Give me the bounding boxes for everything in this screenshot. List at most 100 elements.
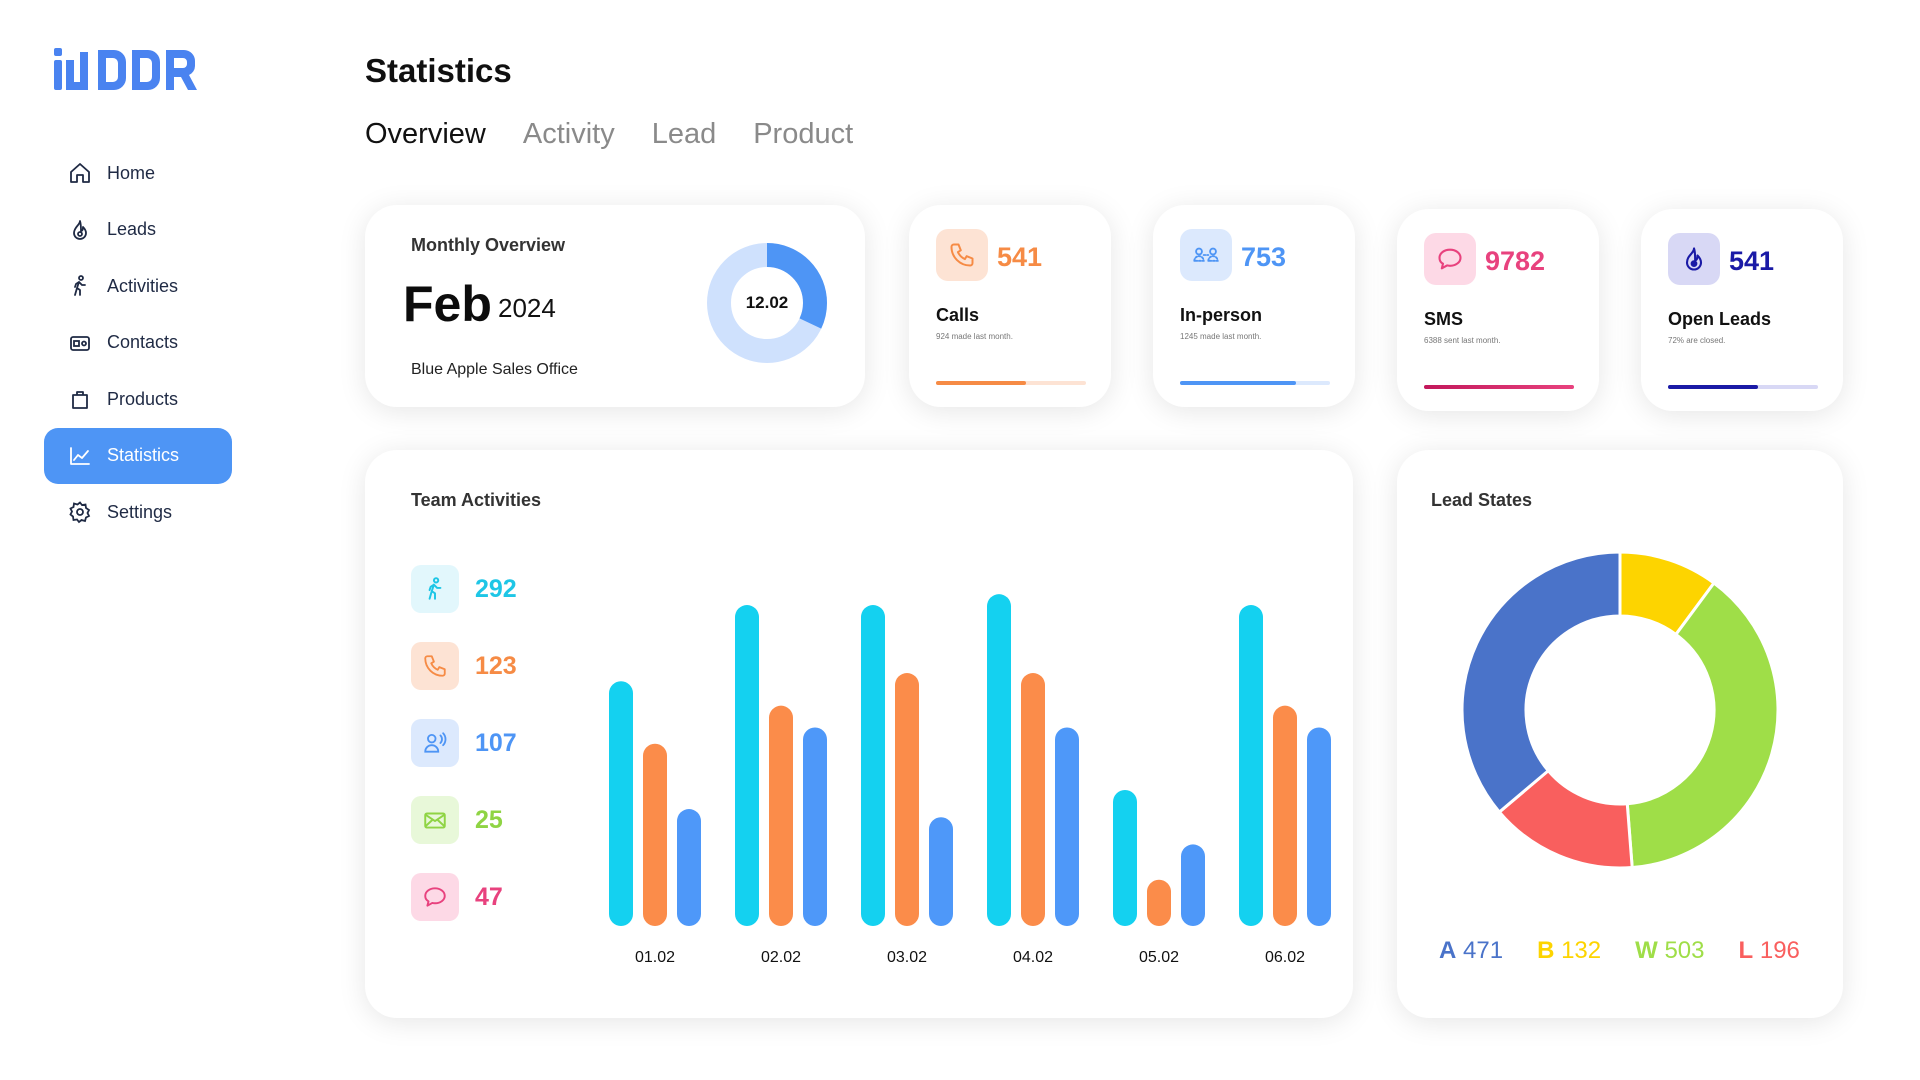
bar-04.02-series-1: [1021, 673, 1045, 926]
stat-progress-track: [1180, 381, 1330, 385]
flame-icon: [73, 219, 87, 240]
stat-progress-fill: [936, 381, 1026, 385]
tab-activity[interactable]: Activity: [523, 118, 615, 151]
legend-value: 471: [1463, 937, 1504, 964]
stat-progress-track: [1424, 385, 1574, 389]
stat-value: 9782: [1485, 246, 1546, 276]
legend-item-b: B 132: [1537, 937, 1601, 965]
sidebar-item-settings[interactable]: Settings: [44, 484, 232, 540]
legend-key: B: [1537, 937, 1555, 964]
stat-label: Open Leads: [1668, 309, 1772, 329]
legend-item-a: A 471: [1439, 937, 1503, 965]
x-tick-label: 01.02: [635, 949, 675, 966]
team-activities-card[interactable]: Team Activities 292 123 107 25 47 01.02 0…: [365, 450, 1353, 1018]
stat-progress-track: [936, 381, 1086, 385]
sidebar-item-label: Leads: [107, 219, 157, 239]
sidebar-item-leads[interactable]: Leads: [44, 202, 232, 258]
bar-05.02-series-1: [1147, 879, 1171, 926]
bar-06.02-series-0: [1239, 605, 1263, 926]
stat-value: 541: [997, 242, 1043, 272]
sidebar-item-home[interactable]: Home: [44, 145, 232, 201]
bar-04.02-series-0: [987, 594, 1011, 926]
monthly-overview-card[interactable]: Monthly Overview Feb 2024 Blue Apple Sal…: [365, 205, 865, 407]
sidebar-item-label: Home: [107, 162, 156, 183]
stat-sub: 72% are closed.: [1668, 336, 1726, 345]
x-tick-label: 06.02: [1265, 949, 1305, 966]
bar-06.02-series-1: [1273, 705, 1297, 926]
bar-02.02-series-1: [769, 705, 793, 926]
lead-states-legend: A 471 B 132 W 503 L 196: [1439, 937, 1800, 965]
tab-lead[interactable]: Lead: [652, 118, 717, 151]
bar-03.02-series-1: [895, 673, 919, 926]
stat-card-calls[interactable]: 541 Calls 924 made last month.: [909, 205, 1111, 407]
legend-item-l: L 196: [1739, 937, 1800, 965]
stat-label: In-person: [1180, 305, 1263, 325]
stat-card-in-person[interactable]: 753 In-person 1245 made last month.: [1153, 205, 1355, 407]
bar-04.02-series-2: [1055, 727, 1079, 926]
bag-icon: [72, 391, 88, 409]
gear-icon: [69, 501, 91, 524]
legend-key: L: [1738, 937, 1754, 964]
stat-icon-box: [1424, 233, 1476, 285]
sidebar-item-activities[interactable]: Activities: [44, 258, 232, 314]
sidebar-item-label: Statistics: [107, 445, 180, 465]
home-icon: [70, 163, 90, 183]
stat-icon-box: [936, 229, 988, 281]
bar-05.02-series-2: [1181, 844, 1205, 926]
walking-icon: [74, 275, 86, 296]
stat-label: SMS: [1424, 309, 1464, 329]
bar-06.02-series-2: [1307, 727, 1331, 926]
slice-w: [1625, 580, 1780, 870]
chart-icon: [70, 446, 90, 465]
stat-icon-box: [1180, 229, 1232, 281]
x-tick-label: 02.02: [761, 949, 801, 966]
stat-icon-box: [1668, 233, 1720, 285]
app-logo[interactable]: [52, 44, 224, 94]
team-activities-bar-chart: 01.02 02.02 03.02 04.02 05.02 06.02: [609, 594, 1331, 966]
legend-value: 196: [1759, 937, 1800, 964]
legend-key: W: [1635, 937, 1658, 964]
bar-05.02-series-0: [1113, 790, 1137, 926]
bar-03.02-series-0: [861, 605, 885, 926]
month-label: Feb: [403, 276, 492, 332]
contact-card-icon: [70, 335, 90, 351]
sidebar-item-contacts[interactable]: Contacts: [44, 315, 232, 371]
bar-03.02-series-2: [929, 817, 953, 926]
legend-key: A: [1439, 937, 1457, 964]
sidebar-item-label: Activities: [107, 275, 179, 296]
sidebar-nav: Home Leads Activities Contacts Products …: [44, 145, 232, 541]
stat-progress-fill: [1424, 385, 1574, 389]
tab-overview[interactable]: Overview: [365, 118, 486, 151]
sidebar-item-label: Settings: [107, 501, 173, 522]
bar-02.02-series-2: [803, 727, 827, 926]
x-tick-label: 05.02: [1139, 949, 1179, 966]
year-label: 2024: [498, 293, 556, 323]
page-title: Statistics: [365, 52, 512, 89]
tab-bar: Overview Activity Lead Product: [365, 118, 853, 151]
sidebar-item-label: Products: [107, 388, 179, 409]
sidebar-item-products[interactable]: Products: [44, 371, 232, 427]
office-label: Blue Apple Sales Office: [411, 361, 578, 378]
card-title: Monthly Overview: [411, 235, 566, 255]
x-tick-label: 03.02: [887, 949, 927, 966]
stat-progress-fill: [1668, 385, 1758, 389]
lead-states-card[interactable]: Lead States A 471 B 132 W 503 L 196: [1397, 450, 1843, 1018]
stat-label: Calls: [936, 305, 980, 325]
bar-02.02-series-0: [735, 605, 759, 926]
stat-card-sms[interactable]: 9782 SMS 6388 sent last month.: [1397, 209, 1599, 411]
lead-states-donut-chart: [1460, 550, 1780, 870]
sidebar-item-statistics[interactable]: Statistics: [44, 427, 232, 484]
donut-center-value: 12.02: [745, 293, 789, 312]
legend-value: 503: [1664, 937, 1705, 964]
stat-sub: 1245 made last month.: [1180, 332, 1262, 341]
bar-01.02-series-2: [677, 809, 701, 926]
stat-value: 753: [1241, 242, 1287, 272]
legend-item-w: W 503: [1635, 937, 1704, 965]
phone-icon: [950, 243, 974, 267]
bar-01.02-series-1: [643, 743, 667, 926]
logo-mark: [54, 48, 197, 90]
stat-card-open-leads[interactable]: 541 Open Leads 72% are closed.: [1641, 209, 1843, 411]
bar-01.02-series-0: [609, 681, 633, 926]
stat-value: 541: [1729, 246, 1775, 276]
tab-product[interactable]: Product: [753, 118, 853, 151]
